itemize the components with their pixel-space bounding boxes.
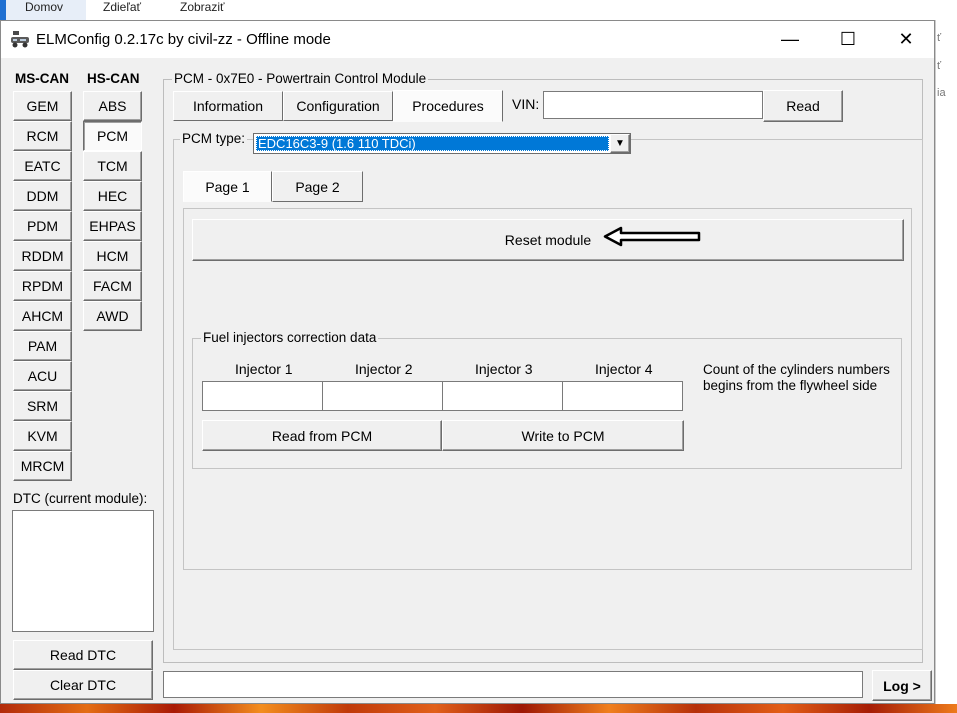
background-ribbon: Domov Zdieľať Zobraziť bbox=[0, 0, 957, 20]
tab-procedures[interactable]: Procedures bbox=[393, 90, 503, 122]
module-button-pdm[interactable]: PDM bbox=[13, 211, 72, 241]
close-button[interactable]: ✕ bbox=[877, 21, 935, 58]
module-button-rpdm[interactable]: RPDM bbox=[13, 271, 72, 301]
reset-module-label: Reset module bbox=[504, 232, 592, 248]
injector-1-header: Injector 1 bbox=[235, 361, 293, 377]
injector-2-input[interactable] bbox=[322, 381, 443, 411]
clear-dtc-button[interactable]: Clear DTC bbox=[13, 670, 153, 700]
reset-module-button[interactable]: Reset module bbox=[192, 219, 904, 261]
background-fragment: ť bbox=[937, 60, 942, 72]
read-from-pcm-button[interactable]: Read from PCM bbox=[202, 420, 442, 451]
injector-4-header: Injector 4 bbox=[595, 361, 653, 377]
dtc-list[interactable] bbox=[12, 510, 154, 632]
module-button-pcm[interactable]: PCM bbox=[83, 121, 142, 151]
pcm-type-label: PCM type: bbox=[180, 131, 248, 146]
tab-configuration[interactable]: Configuration bbox=[283, 91, 393, 121]
log-field[interactable] bbox=[163, 671, 863, 698]
module-button-awd[interactable]: AWD bbox=[83, 301, 142, 331]
maximize-button[interactable]: ☐ bbox=[819, 21, 877, 58]
tab-information[interactable]: Information bbox=[173, 91, 283, 121]
minimize-button[interactable]: — bbox=[761, 21, 819, 58]
window-title: ELMConfig 0.2.17c by civil-zz - Offline … bbox=[36, 31, 331, 48]
write-to-pcm-button[interactable]: Write to PCM bbox=[442, 420, 684, 451]
module-button-ddm[interactable]: DDM bbox=[13, 181, 72, 211]
tab-page-2[interactable]: Page 2 bbox=[272, 171, 363, 202]
dtc-label: DTC (current module): bbox=[13, 491, 148, 506]
pcm-type-value: EDC16C3-9 (1.6 110 TDCi) bbox=[258, 136, 416, 151]
background-window-edge bbox=[935, 20, 957, 705]
cylinder-note-line-2: begins from the flywheel side bbox=[703, 378, 878, 393]
injector-1-input[interactable] bbox=[202, 381, 323, 411]
module-button-tcm[interactable]: TCM bbox=[83, 151, 142, 181]
ms-can-header: MS-CAN bbox=[15, 71, 69, 86]
module-button-acu[interactable]: ACU bbox=[13, 361, 72, 391]
module-button-hcm[interactable]: HCM bbox=[83, 241, 142, 271]
module-button-facm[interactable]: FACM bbox=[83, 271, 142, 301]
car-app-icon bbox=[11, 31, 29, 48]
module-button-hec[interactable]: HEC bbox=[83, 181, 142, 211]
read-vin-button[interactable]: Read bbox=[763, 90, 843, 122]
ribbon-tab-home[interactable]: Domov bbox=[25, 0, 63, 14]
background-fragment: ť bbox=[937, 32, 942, 44]
vin-input[interactable] bbox=[543, 91, 763, 119]
module-button-gem[interactable]: GEM bbox=[13, 91, 72, 121]
injector-3-header: Injector 3 bbox=[475, 361, 533, 377]
injector-3-input[interactable] bbox=[442, 381, 563, 411]
tab-page-1[interactable]: Page 1 bbox=[183, 171, 272, 202]
module-button-eatc[interactable]: EATC bbox=[13, 151, 72, 181]
hs-can-header: HS-CAN bbox=[87, 71, 140, 86]
ribbon-tab-share[interactable]: Zdieľať bbox=[103, 0, 141, 14]
chevron-down-icon: ▼ bbox=[615, 138, 625, 149]
module-button-ahcm[interactable]: AHCM bbox=[13, 301, 72, 331]
module-button-srm[interactable]: SRM bbox=[13, 391, 72, 421]
module-button-rddm[interactable]: RDDM bbox=[13, 241, 72, 271]
injector-4-input[interactable] bbox=[562, 381, 683, 411]
module-button-pam[interactable]: PAM bbox=[13, 331, 72, 361]
module-group-title: PCM - 0x7E0 - Powertrain Control Module bbox=[172, 71, 429, 86]
fuel-injectors-title: Fuel injectors correction data bbox=[201, 330, 379, 345]
injector-2-header: Injector 2 bbox=[355, 361, 413, 377]
annotation-arrow-icon bbox=[603, 226, 701, 247]
title-bar[interactable]: ELMConfig 0.2.17c by civil-zz - Offline … bbox=[1, 21, 934, 58]
module-button-ehpas[interactable]: EHPAS bbox=[83, 211, 142, 241]
dropdown-button[interactable]: ▼ bbox=[610, 134, 630, 153]
pcm-type-select[interactable]: EDC16C3-9 (1.6 110 TDCi) ▼ bbox=[253, 133, 631, 154]
module-button-kvm[interactable]: KVM bbox=[13, 421, 72, 451]
module-button-rcm[interactable]: RCM bbox=[13, 121, 72, 151]
module-button-mrcm[interactable]: MRCM bbox=[13, 451, 72, 481]
background-fragment: ia bbox=[937, 87, 946, 99]
vin-label: VIN: bbox=[512, 96, 540, 112]
ribbon-tab-view[interactable]: Zobraziť bbox=[180, 0, 225, 14]
cylinder-note-line-1: Count of the cylinders numbers bbox=[703, 362, 890, 377]
module-button-abs[interactable]: ABS bbox=[83, 91, 142, 121]
read-dtc-button[interactable]: Read DTC bbox=[13, 640, 153, 670]
desktop-wallpaper bbox=[0, 704, 957, 713]
log-button[interactable]: Log > bbox=[872, 670, 932, 701]
